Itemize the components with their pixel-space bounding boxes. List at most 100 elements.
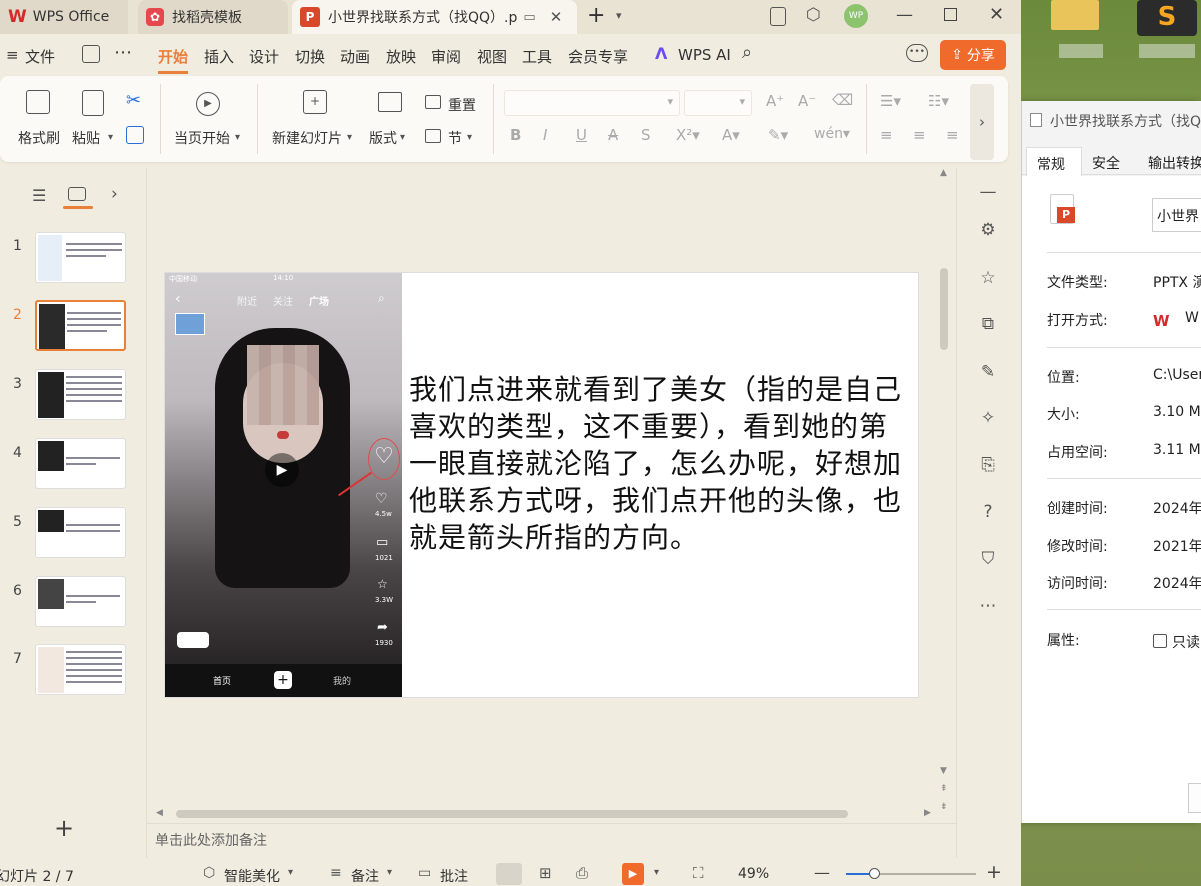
highlight-icon[interactable]: ✎▾: [768, 126, 788, 144]
add-slide-icon[interactable]: +: [54, 814, 74, 842]
chevron-down-icon[interactable]: ▾: [235, 132, 240, 143]
readonly-checkbox[interactable]: [1153, 634, 1167, 648]
chevron-down-icon[interactable]: ▾: [467, 132, 472, 143]
chevron-down-icon[interactable]: ▾: [616, 9, 622, 22]
smart-icon[interactable]: ✎: [977, 362, 999, 384]
decrease-font-icon[interactable]: A⁻: [798, 92, 816, 110]
tab-security[interactable]: 安全: [1092, 153, 1120, 173]
reading-view-icon[interactable]: ⎙: [576, 864, 588, 882]
superscript-icon[interactable]: X²▾: [676, 126, 700, 144]
underline-icon[interactable]: U: [576, 126, 587, 144]
menu-tools[interactable]: 工具: [522, 46, 552, 67]
app-icon[interactable]: S: [1137, 0, 1197, 36]
align-right-icon[interactable]: ≡: [946, 126, 959, 144]
cut-icon[interactable]: ✂: [126, 90, 141, 111]
chevron-down-icon[interactable]: ▾: [108, 132, 113, 143]
monitor-icon[interactable]: ▭: [523, 10, 535, 25]
align-center-icon[interactable]: ≡: [913, 126, 926, 144]
layout-button[interactable]: 版式: [369, 128, 397, 148]
bullet-list-icon[interactable]: ☰▾: [880, 92, 901, 110]
new-tab-icon[interactable]: +: [587, 3, 605, 28]
collapse-icon[interactable]: —: [977, 182, 999, 204]
section-icon[interactable]: [425, 129, 441, 143]
zoom-out-icon[interactable]: —: [814, 863, 830, 882]
play-icon[interactable]: ▶: [196, 92, 220, 116]
increase-font-icon[interactable]: A⁺: [766, 92, 784, 110]
notes-button[interactable]: 备注: [351, 866, 379, 886]
read-icon[interactable]: ⎘: [977, 455, 999, 477]
chevron-down-icon[interactable]: ▾: [654, 867, 659, 878]
search-icon[interactable]: ⌕: [742, 42, 752, 63]
help-icon[interactable]: ?: [977, 502, 999, 524]
chevron-down-icon[interactable]: ▾: [400, 132, 405, 143]
filename-field[interactable]: 小世界: [1152, 198, 1201, 232]
save-icon[interactable]: [82, 45, 100, 63]
comments-button[interactable]: 批注: [440, 866, 468, 886]
menu-membership[interactable]: 会员专享: [568, 46, 628, 67]
new-slide-icon[interactable]: +: [303, 90, 327, 114]
reset-icon[interactable]: [425, 95, 441, 109]
new-slide-button[interactable]: 新建幻灯片: [272, 128, 342, 148]
zoom-slider-handle[interactable]: [869, 868, 880, 879]
format-painter-icon[interactable]: [26, 90, 50, 114]
slide-body-text[interactable]: 我们点进来就看到了美女（指的是自己喜欢的类型，这不重要），看到她的第一眼直接就沦…: [409, 371, 915, 556]
slide-thumbnail-selected[interactable]: [35, 300, 126, 351]
scroll-down-icon[interactable]: ▼: [940, 766, 947, 776]
slide-thumbnail[interactable]: [35, 438, 126, 489]
font-family-select[interactable]: ▾: [504, 90, 680, 116]
transform-icon[interactable]: ⧉: [977, 314, 999, 336]
numbered-list-icon[interactable]: ☷▾: [928, 92, 949, 110]
zoom-level[interactable]: 49%: [738, 866, 769, 882]
menu-transitions[interactable]: 切换: [295, 46, 325, 67]
slideshow-button[interactable]: ▶: [622, 863, 644, 885]
menu-slideshow[interactable]: 放映: [386, 46, 416, 67]
chevron-down-icon[interactable]: ▾: [288, 867, 293, 878]
menu-animations[interactable]: 动画: [340, 46, 370, 67]
scroll-right-icon[interactable]: ▶: [924, 808, 931, 818]
tab-wps-office[interactable]: W WPS Office: [0, 0, 128, 34]
reset-button[interactable]: 重置: [448, 95, 476, 115]
clear-format-icon[interactable]: ⌫: [832, 91, 853, 109]
font-size-select[interactable]: ▾: [684, 90, 752, 116]
minimize-icon[interactable]: —: [896, 5, 913, 25]
ribbon-scroll-right-icon[interactable]: ›: [970, 84, 994, 160]
slide-thumbnail[interactable]: [35, 576, 126, 627]
menu-review[interactable]: 审阅: [431, 46, 461, 67]
chevron-down-icon[interactable]: ▾: [347, 132, 352, 143]
settings-sliders-icon[interactable]: ⚙: [977, 220, 999, 242]
slide-thumbnail[interactable]: [35, 644, 126, 695]
folder-icon[interactable]: [1051, 0, 1099, 30]
scroll-up-icon[interactable]: ▲: [940, 168, 947, 178]
tab-current-document[interactable]: P 小世界找联系方式（找QQ）.p ▭ ✕: [292, 0, 577, 34]
prev-slide-icon[interactable]: ⇞: [940, 784, 948, 794]
cube-icon[interactable]: ⬡: [806, 5, 821, 25]
slide-sorter-icon[interactable]: ⊞: [539, 864, 552, 882]
layout-icon[interactable]: [378, 92, 402, 112]
close-window-icon[interactable]: ✕: [989, 4, 1004, 25]
strikethrough-icon[interactable]: A: [608, 126, 618, 144]
phonetic-icon[interactable]: wén▾: [814, 126, 850, 142]
paste-icon[interactable]: [82, 90, 104, 116]
menu-design[interactable]: 设计: [249, 46, 279, 67]
section-button[interactable]: 节: [448, 128, 462, 148]
menu-wps-ai[interactable]: WPS AI: [678, 46, 731, 64]
shirt-icon[interactable]: ⛉: [977, 549, 999, 571]
format-painter-button[interactable]: 格式刷: [18, 128, 60, 148]
menu-home[interactable]: 开始: [158, 46, 189, 74]
tab-export[interactable]: 输出转换: [1148, 153, 1201, 173]
copy-icon[interactable]: [126, 126, 144, 144]
menu-file[interactable]: 文件: [25, 46, 55, 67]
paste-button[interactable]: 粘贴: [72, 128, 100, 148]
tab-general[interactable]: 常规: [1026, 147, 1082, 176]
slide-canvas[interactable]: 中国移动 14:10 ‹ 附近 关注 广场 ⌕ ▶ ♡ ♡ 4.5w ▭ 102…: [165, 273, 918, 697]
chevron-right-icon[interactable]: ›: [111, 184, 118, 204]
notes-placeholder[interactable]: 单击此处添加备注: [155, 830, 267, 850]
italic-icon[interactable]: I: [543, 126, 547, 144]
close-tab-icon[interactable]: ✕: [550, 8, 563, 26]
slide-thumbnail[interactable]: [35, 507, 126, 558]
play-from-current-button[interactable]: 当页开始: [174, 128, 230, 148]
tools-icon[interactable]: ✧: [977, 408, 999, 430]
dialog-button-partial[interactable]: [1188, 783, 1201, 813]
scroll-left-icon[interactable]: ◀: [156, 808, 163, 818]
avatar[interactable]: WP: [844, 4, 868, 28]
